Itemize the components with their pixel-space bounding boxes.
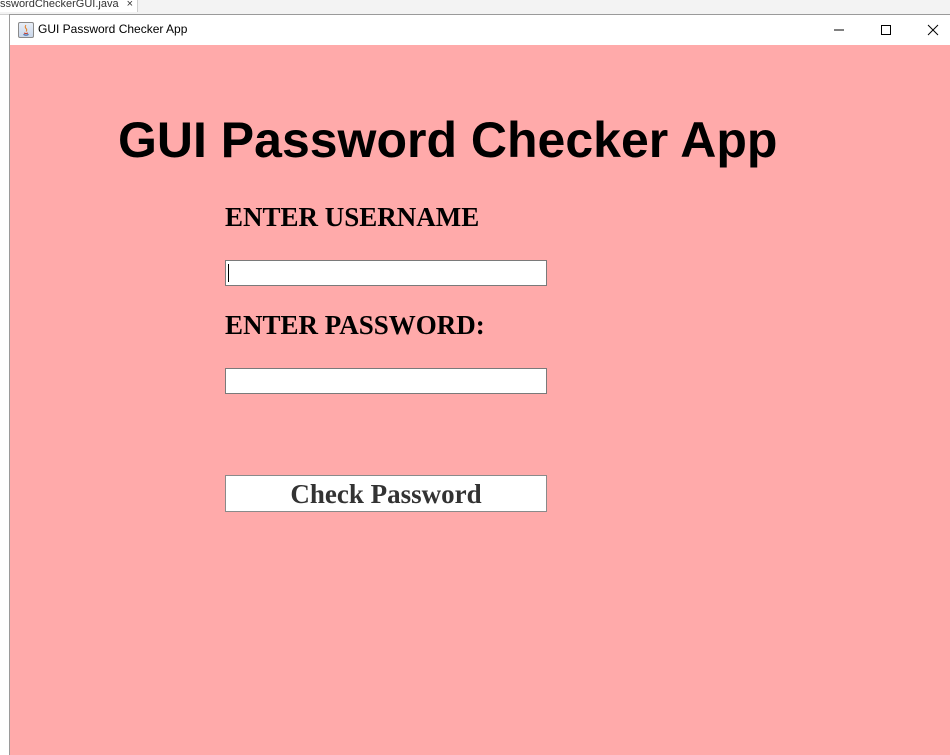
window-title: GUI Password Checker App [38, 22, 188, 36]
password-label: ENTER PASSWORD: [225, 310, 485, 340]
maximize-icon [881, 25, 891, 35]
username-label: ENTER USERNAME [225, 202, 480, 232]
background-editor-tab-strip: sswordCheckerGUI.java × [0, 0, 950, 15]
background-editor-tab[interactable]: sswordCheckerGUI.java × [0, 0, 139, 12]
page-title: GUI Password Checker App [118, 112, 778, 168]
app-window: GUI Password Checker App GUI Password Ch… [9, 14, 950, 755]
text-caret [228, 264, 229, 282]
minimize-icon [834, 29, 844, 31]
java-app-icon [18, 22, 34, 38]
username-field[interactable] [225, 260, 547, 286]
close-button[interactable] [910, 15, 950, 45]
background-editor-tab-label: sswordCheckerGUI.java [0, 0, 119, 10]
check-password-button[interactable]: Check Password [225, 475, 547, 512]
tab-close-icon[interactable]: × [127, 0, 133, 10]
window-titlebar[interactable]: GUI Password Checker App [10, 15, 950, 45]
maximize-button[interactable] [863, 15, 909, 45]
close-icon [927, 24, 939, 36]
password-field[interactable] [225, 368, 547, 394]
minimize-button[interactable] [816, 15, 862, 45]
